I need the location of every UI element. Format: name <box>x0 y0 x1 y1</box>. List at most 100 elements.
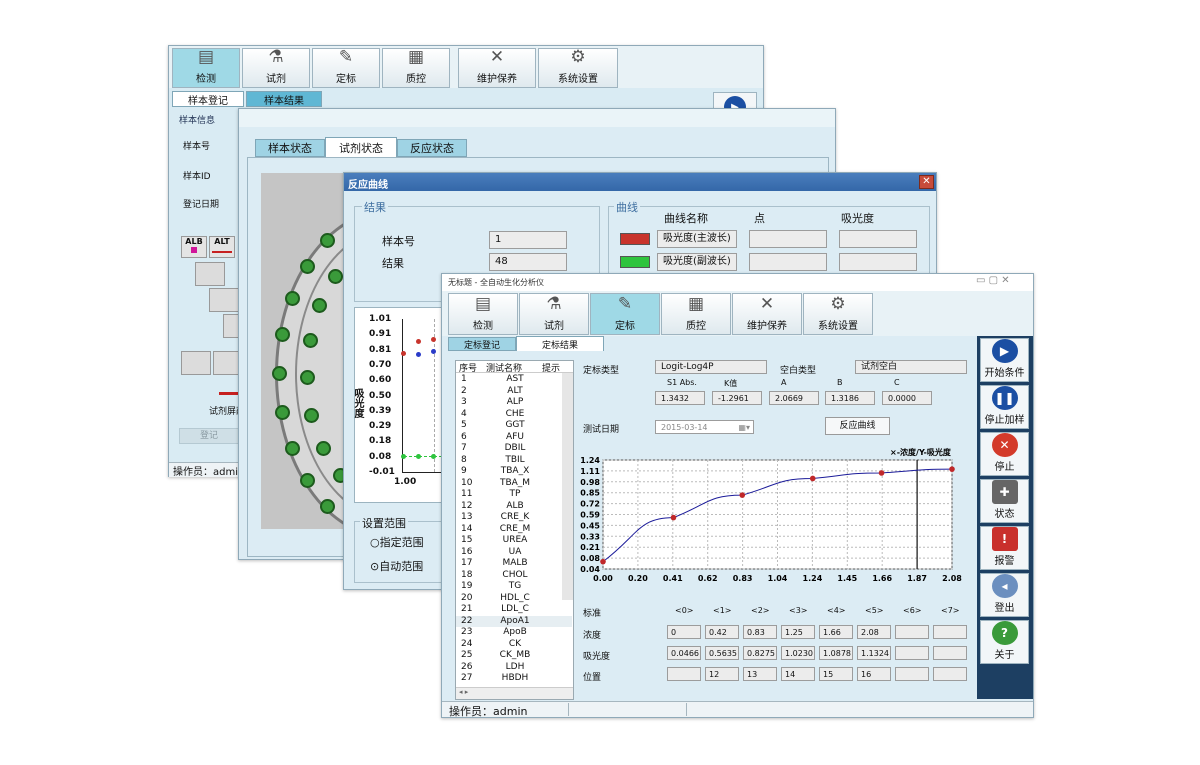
vertical-scrollbar[interactable] <box>562 373 573 600</box>
reagent-alt[interactable]: ALT <box>209 236 235 258</box>
tool-settings-button[interactable]: ⚙ 系统设置 <box>538 47 618 88</box>
about-button[interactable]: ? 关于 <box>980 620 1029 664</box>
pos-cell[interactable] <box>895 667 929 681</box>
start-condition-button[interactable]: ▶ 开始条件 <box>980 338 1029 382</box>
test-list-row[interactable]: 14 CRE_M <box>456 524 572 536</box>
test-list-row[interactable]: 16 UA <box>456 547 572 559</box>
abs-cell[interactable] <box>933 646 967 660</box>
pos-cell[interactable] <box>667 667 701 681</box>
tool-reagent-button[interactable]: ⚗ 试剂 <box>242 47 310 88</box>
tab-calibration-register[interactable]: 定标登记 <box>448 337 516 351</box>
test-list-row[interactable]: 11 TP <box>456 489 572 501</box>
conc-cell[interactable]: 2.08 <box>857 625 891 639</box>
stop-button[interactable]: ✕ 停止 <box>980 432 1029 476</box>
tool-detect-button[interactable]: ▤ 检测 <box>448 293 518 335</box>
sample-no-field[interactable]: 1 <box>489 231 567 249</box>
test-list-row[interactable]: 8 TBIL <box>456 455 572 467</box>
reagent-tray-slot[interactable] <box>284 441 300 457</box>
test-list-row[interactable]: 7 DBIL <box>456 443 572 455</box>
pos-cell[interactable]: 14 <box>781 667 815 681</box>
test-list-row[interactable]: 2 ALT <box>456 386 572 398</box>
conc-cell[interactable]: 1.66 <box>819 625 853 639</box>
window-controls[interactable]: ▭ ▢ ✕ <box>976 275 1010 286</box>
reagent-tray-slot[interactable] <box>284 290 300 306</box>
tool-reagent-button[interactable]: ⚗ 试剂 <box>519 293 589 335</box>
pos-cell[interactable]: 12 <box>705 667 739 681</box>
test-list-row[interactable]: 26 LDH <box>456 662 572 674</box>
tool-calibrate-button[interactable]: ✎ 定标 <box>590 293 660 335</box>
abs-cell[interactable]: 1.0230 <box>781 646 815 660</box>
test-list-row[interactable]: 5 GGT <box>456 420 572 432</box>
test-list-row[interactable]: 21 LDL_C <box>456 604 572 616</box>
test-list-row[interactable]: 9 TBA_X <box>456 466 572 478</box>
range-option-auto[interactable]: ⊙自动范围 <box>370 558 423 574</box>
pos-cell[interactable] <box>933 667 967 681</box>
tab-reagent-state[interactable]: 试剂状态 <box>325 137 397 157</box>
test-list-row[interactable]: 27 HBDH <box>456 673 572 685</box>
register-button[interactable]: 登记 <box>179 428 239 444</box>
tab-sample-result[interactable]: 样本结果 <box>246 91 322 107</box>
test-list-row[interactable]: 20 HDL_C <box>456 593 572 605</box>
test-list-row[interactable]: 3 ALP <box>456 397 572 409</box>
logout-button[interactable]: ◂ 登出 <box>980 573 1029 617</box>
test-list-row[interactable]: 24 CK <box>456 639 572 651</box>
reagent-tray-slot[interactable] <box>272 366 287 381</box>
tool-qc-button[interactable]: ▦ 质控 <box>661 293 731 335</box>
alarm-button[interactable]: ! 报警 <box>980 526 1029 570</box>
cal-type-field[interactable]: Logit-Log4P <box>655 360 767 374</box>
reagent-tray-slot[interactable] <box>315 441 331 457</box>
reagent-alb[interactable]: ALB <box>181 236 207 258</box>
pos-cell[interactable]: 15 <box>819 667 853 681</box>
test-list-row[interactable]: 18 CHOL <box>456 570 572 582</box>
test-list-row[interactable]: 17 MALB <box>456 558 572 570</box>
result-field[interactable]: 48 <box>489 253 567 271</box>
stop-sampling-button[interactable]: ❚❚ 停止加样 <box>980 385 1029 429</box>
abs-cell[interactable]: 0.8275 <box>743 646 777 660</box>
tool-calibrate-button[interactable]: ✎ 定标 <box>312 47 380 88</box>
tab-calibration-result[interactable]: 定标结果 <box>516 336 604 351</box>
reagent-tray-slot[interactable] <box>275 404 291 420</box>
horizontal-scrollbar[interactable]: ◂ ▸ <box>456 687 573 699</box>
tool-label: 质控 <box>406 74 426 85</box>
tab-reaction-state[interactable]: 反应状态 <box>397 139 467 157</box>
conc-cell[interactable]: 0 <box>667 625 701 639</box>
test-list-row[interactable]: 6 AFU <box>456 432 572 444</box>
abs-cell[interactable]: 1.0878 <box>819 646 853 660</box>
test-list-row[interactable]: 22 ApoA1 <box>456 615 572 627</box>
reagent-tray-slot[interactable] <box>302 332 318 348</box>
range-option-manual[interactable]: ○指定范围 <box>370 534 424 550</box>
tool-settings-button[interactable]: ⚙ 系统设置 <box>803 293 873 335</box>
test-list-row[interactable]: 1 AST <box>456 374 572 386</box>
tool-detect-button[interactable]: ▤ 检测 <box>172 47 240 88</box>
conc-cell[interactable]: 1.25 <box>781 625 815 639</box>
conc-cell[interactable] <box>933 625 967 639</box>
test-date-field[interactable]: 2015-03-14 ▦▾ <box>655 420 754 434</box>
test-list-row[interactable]: 13 CRE_K <box>456 512 572 524</box>
pos-cell[interactable]: 16 <box>857 667 891 681</box>
abs-cell[interactable]: 0.0466 <box>667 646 701 660</box>
status-button[interactable]: ✚ 状态 <box>980 479 1029 523</box>
conc-cell[interactable]: 0.83 <box>743 625 777 639</box>
pos-cell[interactable]: 13 <box>743 667 777 681</box>
tool-qc-button[interactable]: ▦ 质控 <box>382 47 450 88</box>
test-list-row[interactable]: 23 ApoB <box>456 627 572 639</box>
test-list-row[interactable]: 19 TG <box>456 581 572 593</box>
tool-maintenance-button[interactable]: ✕ 维护保养 <box>458 47 536 88</box>
tab-sample-state[interactable]: 样本状态 <box>255 139 325 157</box>
abs-cell[interactable]: 0.5635 <box>705 646 739 660</box>
tab-sample-register[interactable]: 样本登记 <box>172 91 244 107</box>
test-list-row[interactable]: 10 TBA_M <box>456 478 572 490</box>
test-list-row[interactable]: 15 UREA <box>456 535 572 547</box>
tool-maintenance-button[interactable]: ✕ 维护保养 <box>732 293 802 335</box>
test-list-row[interactable]: 4 CHE <box>456 409 572 421</box>
chart-icon: ▦ <box>407 47 425 67</box>
dialog-close-button[interactable]: ✕ <box>919 175 934 189</box>
test-list-row[interactable]: 12 ALB <box>456 501 572 513</box>
reaction-curve-button[interactable]: 反应曲线 <box>825 417 890 435</box>
abs-cell[interactable] <box>895 646 929 660</box>
blank-type-field[interactable]: 试剂空白 <box>855 360 967 374</box>
abs-cell[interactable]: 1.1324 <box>857 646 891 660</box>
conc-cell[interactable] <box>895 625 929 639</box>
conc-cell[interactable]: 0.42 <box>705 625 739 639</box>
test-list-row[interactable]: 25 CK_MB <box>456 650 572 662</box>
